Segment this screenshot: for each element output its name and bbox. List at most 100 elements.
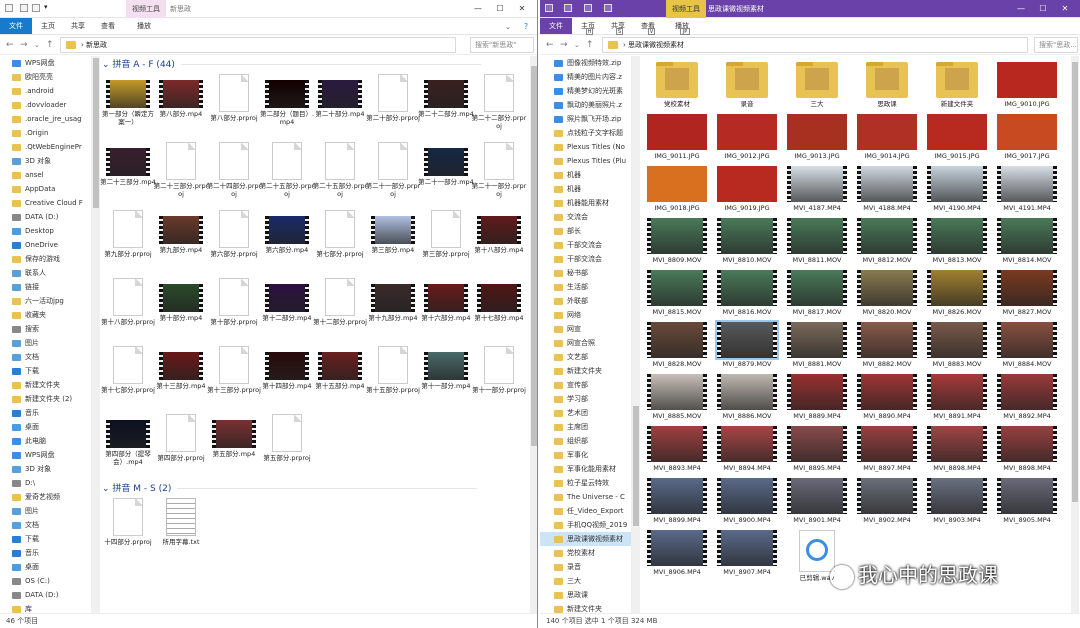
nav-item[interactable]: 爱奇艺视频 bbox=[0, 490, 91, 504]
up-icon[interactable]: ↑ bbox=[46, 38, 54, 52]
video-item[interactable]: 第三部分.mp4 bbox=[365, 210, 421, 254]
video-item[interactable]: MVI_8809.MOV bbox=[644, 218, 710, 264]
nav-item[interactable]: .android bbox=[0, 84, 91, 98]
video-item[interactable]: MVI_8820.MOV bbox=[854, 270, 920, 316]
file-item[interactable]: 所用字幕.txt bbox=[153, 498, 209, 546]
nav-item[interactable]: 军事化 bbox=[540, 448, 631, 462]
file-item[interactable]: 十四部分.prproj bbox=[100, 498, 156, 546]
tab-view[interactable]: 查看 bbox=[92, 18, 124, 34]
nav-item[interactable]: 文艺部 bbox=[540, 350, 631, 364]
nav-item[interactable]: .QtWebEnginePr bbox=[0, 140, 91, 154]
video-item[interactable]: 第十三部分.mp4 bbox=[153, 346, 209, 390]
address-bar[interactable]: › 新思政 bbox=[60, 37, 456, 53]
nav-item[interactable]: 新建文件夹 bbox=[0, 378, 91, 392]
nav-item[interactable]: 收藏夹 bbox=[0, 308, 91, 322]
image-item[interactable]: IMG_9010.JPG bbox=[994, 62, 1060, 108]
video-item[interactable]: MVI_8892.MP4 bbox=[994, 374, 1060, 420]
nav-item[interactable]: 思政课微视频素材 bbox=[540, 532, 631, 546]
nav-item[interactable]: 生活部 bbox=[540, 280, 631, 294]
video-item[interactable]: 第五部分.mp4 bbox=[206, 414, 262, 458]
video-item[interactable]: MVI_8884.MOV bbox=[994, 322, 1060, 368]
image-item[interactable]: IMG_9012.JPG bbox=[714, 114, 780, 160]
nav-item[interactable]: 新建文件夹 bbox=[540, 602, 631, 613]
nav-item[interactable]: 主席团 bbox=[540, 420, 631, 434]
video-item[interactable]: MVI_8812.MOV bbox=[854, 218, 920, 264]
file-item[interactable]: 第十五部分.prproj bbox=[365, 346, 421, 394]
forward-icon[interactable]: → bbox=[20, 38, 28, 52]
video-item[interactable]: MVI_8907.MP4 bbox=[714, 530, 780, 576]
nav-item[interactable]: 3D 对象 bbox=[0, 154, 91, 168]
nav-item[interactable]: 精美的图片内容.z bbox=[540, 70, 631, 84]
video-item[interactable]: MVI_8894.MP4 bbox=[714, 426, 780, 472]
nav-item[interactable]: 音乐 bbox=[0, 546, 91, 560]
video-item[interactable]: 第二十一部分.mp4 bbox=[418, 142, 474, 186]
recent-icon[interactable]: ⌄ bbox=[574, 38, 580, 52]
video-item[interactable]: MVI_4188.MP4 bbox=[854, 166, 920, 212]
maximize-button[interactable]: ☐ bbox=[489, 0, 511, 18]
video-item[interactable]: 第二十部分.mp4 bbox=[312, 74, 368, 118]
nav-item[interactable]: .oracle_jre_usag bbox=[0, 112, 91, 126]
help-icon[interactable]: ? bbox=[515, 18, 537, 36]
folder-item[interactable]: 新建文件夹 bbox=[924, 62, 990, 108]
file-item[interactable]: 第十八部分.prproj bbox=[100, 278, 156, 326]
video-item[interactable]: 第十部分.mp4 bbox=[153, 278, 209, 322]
image-item[interactable]: IMG_9017.JPG bbox=[994, 114, 1060, 160]
nav-item[interactable]: .dovvloader bbox=[0, 98, 91, 112]
file-item[interactable]: 第十七部分.prproj bbox=[100, 346, 156, 394]
nav-item[interactable]: 干部交流会 bbox=[540, 252, 631, 266]
nav-item[interactable]: 图像视频特效.zip bbox=[540, 56, 631, 70]
video-item[interactable]: 第十四部分.mp4 bbox=[259, 346, 315, 390]
image-item[interactable]: IMG_9011.JPG bbox=[644, 114, 710, 160]
video-item[interactable]: MVI_8902.MP4 bbox=[854, 478, 920, 524]
folder-item[interactable]: 党校素材 bbox=[644, 62, 710, 108]
content-scrollbar[interactable] bbox=[530, 56, 537, 613]
nav-scrollbar[interactable] bbox=[632, 56, 640, 613]
nav-item[interactable]: AppData bbox=[0, 182, 91, 196]
search-input[interactable]: 搜索"新思政" bbox=[470, 37, 534, 53]
video-item[interactable]: MVI_8813.MOV bbox=[924, 218, 990, 264]
video-item[interactable]: 第十八部分.mp4 bbox=[471, 210, 527, 254]
file-item[interactable]: 第四部分.prproj bbox=[153, 414, 209, 462]
file-item[interactable]: 第二十部分.prproj bbox=[365, 74, 421, 122]
video-item[interactable]: MVI_8828.MOV bbox=[644, 322, 710, 368]
nav-item[interactable]: 音乐 bbox=[0, 406, 91, 420]
video-item[interactable]: MVI_8882.MOV bbox=[854, 322, 920, 368]
up-icon[interactable]: ↑ bbox=[586, 38, 594, 52]
nav-item[interactable]: 新建文件夹 (2) bbox=[0, 392, 91, 406]
video-item[interactable]: MVI_8883.MOV bbox=[924, 322, 990, 368]
video-item[interactable]: MVI_8900.MP4 bbox=[714, 478, 780, 524]
nav-item[interactable]: 飘动的美丽照片.z bbox=[540, 98, 631, 112]
nav-item[interactable]: DATA (D:) bbox=[0, 210, 91, 224]
minimize-button[interactable]: — bbox=[1010, 0, 1032, 18]
file-item[interactable]: 第八部分.prproj bbox=[206, 74, 262, 122]
file-item[interactable]: 第三部分.prproj bbox=[418, 210, 474, 258]
new-folder-icon[interactable] bbox=[584, 4, 592, 12]
properties-icon[interactable] bbox=[20, 4, 28, 12]
close-button[interactable]: ✕ bbox=[511, 0, 533, 18]
nav-item[interactable]: ansel bbox=[0, 168, 91, 182]
video-item[interactable]: MVI_8817.MOV bbox=[784, 270, 850, 316]
nav-item[interactable]: 库 bbox=[0, 602, 91, 613]
video-item[interactable]: 第十六部分.mp4 bbox=[418, 278, 474, 322]
nav-item[interactable]: 任_Video_Export bbox=[540, 504, 631, 518]
file-item[interactable]: 第九部分.prproj bbox=[100, 210, 156, 258]
nav-item[interactable]: 搜索 bbox=[0, 322, 91, 336]
new-folder-icon[interactable] bbox=[32, 4, 40, 12]
nav-item[interactable]: OneDrive bbox=[0, 238, 91, 252]
tab-home[interactable]: 主页 bbox=[32, 18, 64, 34]
video-item[interactable]: MVI_4187.MP4 bbox=[784, 166, 850, 212]
nav-item[interactable]: Creative Cloud F bbox=[0, 196, 91, 210]
nav-item[interactable]: 文档 bbox=[0, 518, 91, 532]
nav-item[interactable]: The Universe - C bbox=[540, 490, 631, 504]
context-tab[interactable]: 视频工具 bbox=[126, 0, 166, 18]
nav-item[interactable]: 干部交流会 bbox=[540, 238, 631, 252]
video-item[interactable]: MVI_8879.MOV bbox=[714, 320, 780, 368]
video-item[interactable]: 第二部分（题目）.mp4 bbox=[259, 74, 315, 126]
nav-item[interactable]: 网宣 bbox=[540, 322, 631, 336]
nav-item[interactable]: 保存的游戏 bbox=[0, 252, 91, 266]
video-item[interactable]: MVI_8889.MP4 bbox=[784, 374, 850, 420]
nav-item[interactable]: 桌面 bbox=[0, 560, 91, 574]
folder-item[interactable]: 思政课 bbox=[854, 62, 920, 108]
file-item[interactable]: 第七部分.prproj bbox=[312, 210, 368, 258]
video-item[interactable]: MVI_8906.MP4 bbox=[644, 530, 710, 576]
